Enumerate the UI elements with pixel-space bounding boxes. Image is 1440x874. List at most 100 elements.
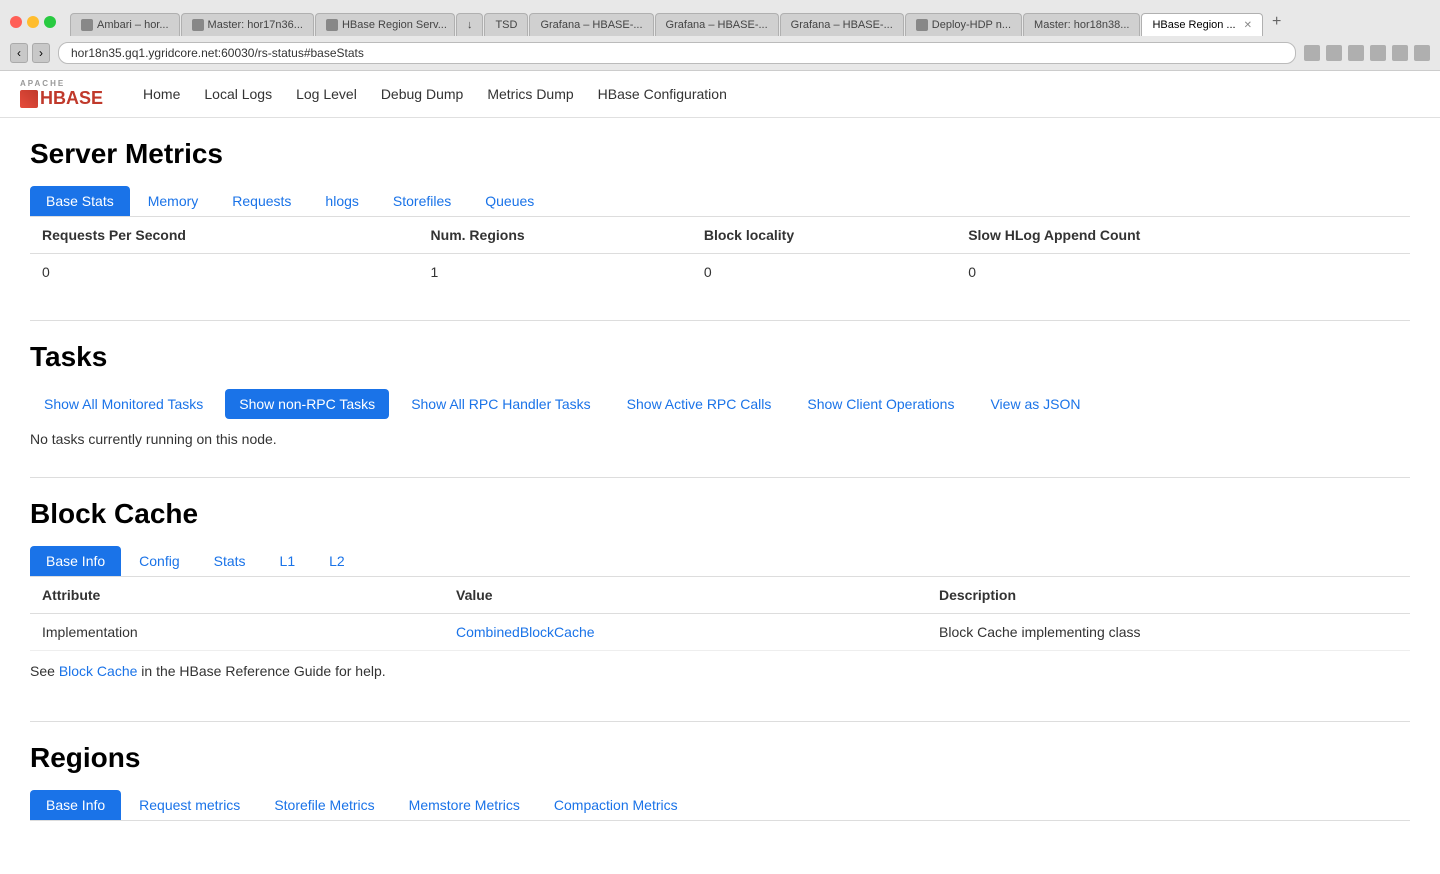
col-block-locality: Block locality [692,217,956,254]
combined-block-cache-link[interactable]: CombinedBlockCache [456,624,595,640]
tab-block-cache-l1[interactable]: L1 [264,546,312,576]
show-active-rpc-calls-button[interactable]: Show Active RPC Calls [613,389,786,419]
val-num-regions: 1 [419,254,692,291]
tab-label: HBase Region ... [1152,19,1235,31]
show-all-monitored-tasks-button[interactable]: Show All Monitored Tasks [30,389,217,419]
tab-base-stats[interactable]: Base Stats [30,186,130,216]
block-cache-tabs: Base Info Config Stats L1 L2 [30,546,1410,577]
show-client-operations-button[interactable]: Show Client Operations [793,389,968,419]
download-icon [1304,45,1320,61]
block-cache-help-text: See Block Cache in the HBase Reference G… [30,651,1410,691]
new-tab-button[interactable]: + [1264,8,1289,36]
server-metrics-table: Requests Per Second Num. Regions Block l… [30,217,1410,290]
bookmark-icon [1326,45,1342,61]
app-nav: APACHE HBASE Home Local Logs Log Level D… [0,71,1440,118]
table-row: 0 1 0 0 [30,254,1410,291]
browser-tab[interactable]: Grafana – HBASE-... [780,13,904,36]
nav-home[interactable]: Home [143,86,180,102]
tab-regions-compaction-metrics[interactable]: Compaction Metrics [538,790,694,820]
tab-queues[interactable]: Queues [469,186,550,216]
traffic-lights [10,16,56,28]
logo-hbase-text: HBASE [40,88,103,109]
tasks-title: Tasks [30,341,1410,373]
browser-tab-active[interactable]: HBase Region ... ✕ [1141,13,1263,36]
col-attribute: Attribute [30,577,444,614]
browser-tab[interactable]: Master: hor17n36... [181,13,314,36]
nav-debug-dump[interactable]: Debug Dump [381,86,464,102]
nav-log-level[interactable]: Log Level [296,86,357,102]
browser-tab[interactable]: ↓ [456,13,484,36]
logo-hbase-line: HBASE [20,88,103,109]
view-as-json-button[interactable]: View as JSON [976,389,1094,419]
col-slow-hlog: Slow HLog Append Count [956,217,1410,254]
regions-tabs: Base Info Request metrics Storefile Metr… [30,790,1410,821]
browser-tab[interactable]: Master: hor18n38... [1023,13,1140,36]
forward-button[interactable]: › [32,43,50,63]
divider-1 [30,320,1410,321]
server-metrics-section: Server Metrics Base Stats Memory Request… [30,138,1410,290]
tab-label: Deploy-HDP n... [932,19,1011,31]
browser-tab[interactable]: Grafana – HBASE-... [655,13,779,36]
browser-chrome: Ambari – hor... Master: hor17n36... HBas… [0,0,1440,71]
nav-local-logs[interactable]: Local Logs [204,86,272,102]
tab-favicon [192,19,204,31]
address-bar[interactable]: hor18n35.gq1.ygridcore.net:60030/rs-stat… [58,42,1296,64]
back-button[interactable]: ‹ [10,43,28,63]
tab-label: Grafana – HBASE-... [666,19,768,31]
tab-requests[interactable]: Requests [216,186,307,216]
browser-addressbar: ‹ › hor18n35.gq1.ygridcore.net:60030/rs-… [0,36,1440,70]
browser-tab[interactable]: TSD [484,13,528,36]
block-cache-title: Block Cache [30,498,1410,530]
history-icon [1348,45,1364,61]
tab-favicon [326,19,338,31]
browser-tab[interactable]: Deploy-HDP n... [905,13,1022,36]
task-buttons: Show All Monitored Tasks Show non-RPC Ta… [30,389,1410,419]
tab-close-icon[interactable]: ✕ [1244,20,1252,31]
block-cache-help-link[interactable]: Block Cache [59,663,138,679]
tab-label: Master: hor18n38... [1034,19,1129,31]
toolbar-icons [1304,45,1430,61]
tab-memory[interactable]: Memory [132,186,215,216]
nav-metrics-dump[interactable]: Metrics Dump [487,86,573,102]
menu-icon [1414,45,1430,61]
tab-block-cache-config[interactable]: Config [123,546,195,576]
regions-title: Regions [30,742,1410,774]
tab-regions-base-info[interactable]: Base Info [30,790,121,820]
tab-regions-storefile-metrics[interactable]: Storefile Metrics [258,790,390,820]
col-requests-per-sec: Requests Per Second [30,217,419,254]
browser-tab[interactable]: Grafana – HBASE-... [529,13,653,36]
table-row: Implementation CombinedBlockCache Block … [30,614,1410,651]
close-button[interactable] [10,16,22,28]
desc-implementation: Block Cache implementing class [927,614,1410,651]
block-cache-section: Block Cache Base Info Config Stats L1 L2… [30,498,1410,691]
server-metrics-tabs: Base Stats Memory Requests hlogs Storefi… [30,186,1410,217]
help-text-prefix: See [30,663,59,679]
regions-section: Regions Base Info Request metrics Storef… [30,742,1410,821]
help-text-suffix: in the HBase Reference Guide for help. [137,663,385,679]
tab-label: TSD [495,19,517,31]
settings-icon [1392,45,1408,61]
block-cache-table: Attribute Value Description Implementati… [30,577,1410,651]
tab-regions-memstore-metrics[interactable]: Memstore Metrics [393,790,536,820]
tab-regions-request-metrics[interactable]: Request metrics [123,790,256,820]
show-non-rpc-tasks-button[interactable]: Show non-RPC Tasks [225,389,389,419]
tab-hlogs[interactable]: hlogs [309,186,374,216]
tab-storefiles[interactable]: Storefiles [377,186,467,216]
minimize-button[interactable] [27,16,39,28]
tab-label: Grafana – HBASE-... [791,19,893,31]
tab-block-cache-stats[interactable]: Stats [198,546,262,576]
nav-hbase-config[interactable]: HBase Configuration [598,86,727,102]
browser-tab[interactable]: Ambari – hor... [70,13,180,36]
maximize-button[interactable] [44,16,56,28]
tasks-section: Tasks Show All Monitored Tasks Show non-… [30,341,1410,447]
show-all-rpc-handler-tasks-button[interactable]: Show All RPC Handler Tasks [397,389,604,419]
tab-block-cache-base-info[interactable]: Base Info [30,546,121,576]
tab-label: ↓ [467,19,473,31]
no-tasks-message: No tasks currently running on this node. [30,431,1410,447]
tab-favicon [916,19,928,31]
tab-label: Ambari – hor... [97,19,169,31]
hbase-logo: APACHE HBASE [20,79,103,109]
tab-block-cache-l2[interactable]: L2 [313,546,361,576]
hbase-logo-icon [20,90,38,108]
browser-tab[interactable]: HBase Region Serv... [315,13,455,36]
